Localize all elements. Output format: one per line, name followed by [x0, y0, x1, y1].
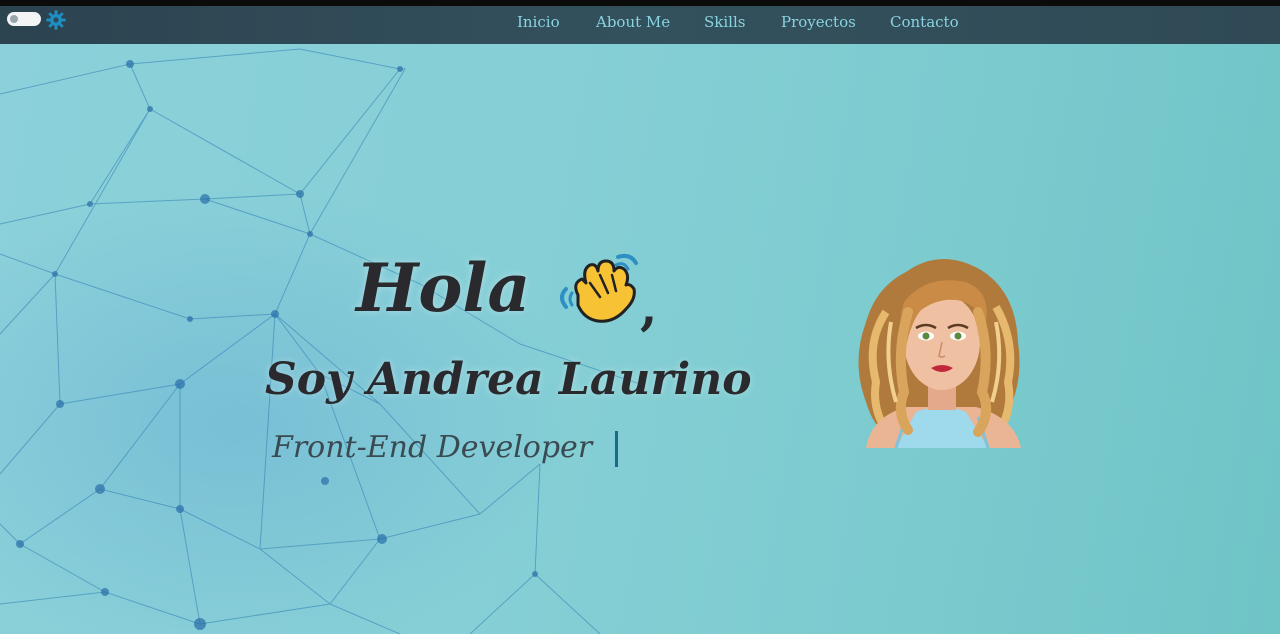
- nav-link-skills[interactable]: Skills: [704, 13, 745, 31]
- nav-link-proyectos[interactable]: Proyectos: [781, 13, 856, 31]
- avatar-illustration: [858, 258, 1021, 448]
- navbar: Inicio About Me Skills Proyectos Contact…: [0, 6, 1280, 44]
- hero-role: Front-End Developer: [272, 430, 593, 465]
- nav-link-inicio[interactable]: Inicio: [517, 13, 560, 31]
- network-background: [0, 48, 641, 634]
- greeting-heading: Hola: [356, 249, 531, 327]
- hero-section: Hola , Soy Andrea Laurino Front-End Deve…: [0, 44, 1280, 634]
- nav-link-about-me[interactable]: About Me: [596, 13, 670, 31]
- nav-links: Inicio About Me Skills Proyectos Contact…: [0, 6, 1280, 44]
- hero-name: Soy Andrea Laurino: [265, 354, 752, 405]
- nav-link-contacto[interactable]: Contacto: [890, 13, 959, 31]
- typing-cursor: [615, 431, 618, 467]
- waving-hand-icon: [560, 253, 638, 323]
- greeting-comma: ,: [640, 277, 658, 336]
